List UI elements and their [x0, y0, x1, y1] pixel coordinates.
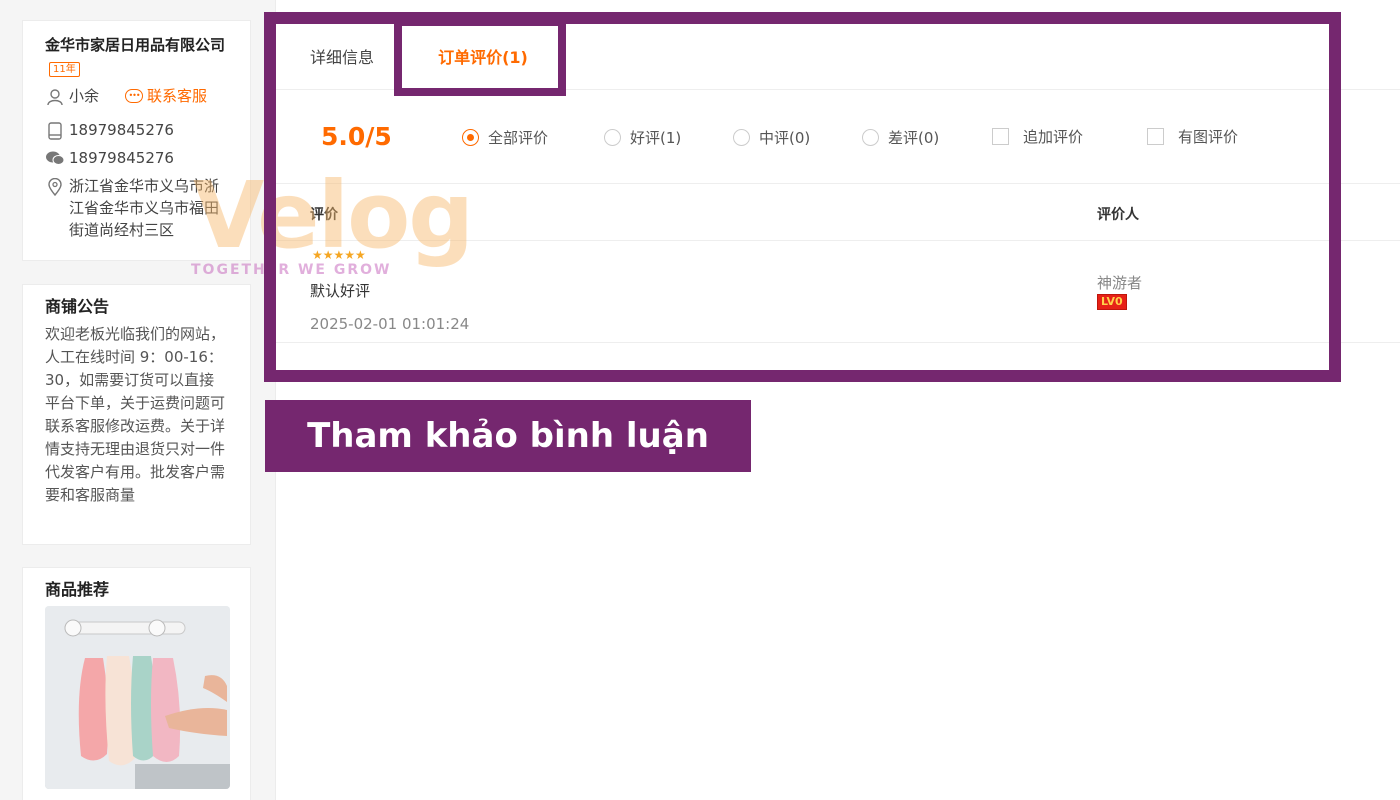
product-recommend-card: 商品推荐 [22, 567, 251, 800]
radio-selected-icon [462, 129, 479, 146]
reviewer-name: 神游者 [1097, 274, 1143, 292]
recommend-title: 商品推荐 [45, 580, 110, 599]
review-item: ★★★★★ 默认好评 2025-02-01 01:01:24 神游者 LV0 [276, 242, 1400, 343]
filter-bad-reviews[interactable]: 差评(0) [862, 127, 939, 148]
review-text: 默认好评 [310, 282, 371, 300]
filter-good-reviews[interactable]: 好评(1) [604, 127, 681, 148]
annotation-banner: Tham khảo bình luận [265, 400, 751, 472]
contact-service-label: 联系客服 [147, 87, 208, 105]
chat-icon: ••• [125, 89, 144, 103]
rating-score: 5.0/5 [321, 122, 392, 151]
location-icon [45, 175, 65, 196]
checkbox-icon [992, 128, 1009, 145]
phone-row: 18979845276 [45, 119, 228, 141]
tab-order-reviews[interactable]: 订单评价(1) [401, 22, 565, 90]
filter-neutral-reviews[interactable]: 中评(0) [733, 127, 810, 148]
reviewer-level-badge: LV0 [1097, 294, 1127, 310]
notice-title: 商铺公告 [45, 297, 110, 316]
product-thumbnail[interactable] [45, 606, 230, 789]
shop-notice-card: 商铺公告 欢迎老板光临我们的网站，人工在线时间 9：00-16：30，如需要订货… [22, 284, 251, 545]
filter-all-label: 全部评价 [488, 129, 549, 147]
shop-name-text[interactable]: 金华市家居日用品有限公司 [45, 36, 225, 54]
shop-name[interactable]: 金华市家居日用品有限公司 11年 [45, 33, 228, 81]
towel-product-image [45, 606, 230, 789]
star-rating: ★★★★★ [312, 248, 366, 262]
wechat-icon [45, 147, 65, 166]
radio-icon [733, 129, 750, 146]
tab-details[interactable]: 详细信息 [278, 22, 406, 90]
filter-bad-label: 差评(0) [888, 129, 940, 147]
years-badge: 11年 [49, 62, 80, 77]
filter-followup-label: 追加评价 [1023, 128, 1084, 146]
shop-address: 浙江省金华市义乌市浙江省金华市义乌市福田街道尚经村三区 [69, 177, 220, 239]
owner-name: 小余 [69, 87, 100, 105]
tab-bar: 详细信息 订单评价(1) [276, 22, 1400, 90]
radio-icon [604, 129, 621, 146]
column-reviewer: 评价人 [1097, 207, 1139, 223]
shop-info-card: 金华市家居日用品有限公司11年 小余 ••• 联系客服 18979845276 … [22, 20, 251, 261]
address-row: 浙江省金华市义乌市浙江省金华市义乌市福田街道尚经村三区 [45, 175, 228, 241]
filter-images-label: 有图评价 [1178, 128, 1239, 146]
column-review: 评价 [310, 207, 338, 223]
wechat-row: 18979845276 [45, 147, 228, 169]
user-icon [45, 85, 65, 106]
notice-text: 欢迎老板光临我们的网站，人工在线时间 9：00-16：30，如需要订货可以直接平… [45, 325, 226, 504]
review-table-header: 评价 评价人 [276, 185, 1400, 241]
review-filter-row: 5.0/5 全部评价 好评(1) 中评(0) 差评(0) 追加评价 有图评价 [276, 92, 1400, 184]
radio-icon [862, 129, 879, 146]
review-timestamp: 2025-02-01 01:01:24 [310, 315, 470, 333]
filter-followup-reviews[interactable]: 追加评价 [992, 126, 1083, 147]
filter-image-reviews[interactable]: 有图评价 [1147, 126, 1238, 147]
checkbox-icon [1147, 128, 1164, 145]
phone-icon [45, 119, 65, 140]
phone-number: 18979845276 [69, 121, 174, 139]
owner-row: 小余 ••• 联系客服 [45, 85, 228, 107]
filter-all-reviews[interactable]: 全部评价 [462, 127, 548, 148]
filter-good-label: 好评(1) [630, 129, 682, 147]
wechat-number: 18979845276 [69, 149, 174, 167]
filter-neutral-label: 中评(0) [759, 129, 811, 147]
contact-service-button[interactable]: ••• 联系客服 [125, 85, 207, 107]
